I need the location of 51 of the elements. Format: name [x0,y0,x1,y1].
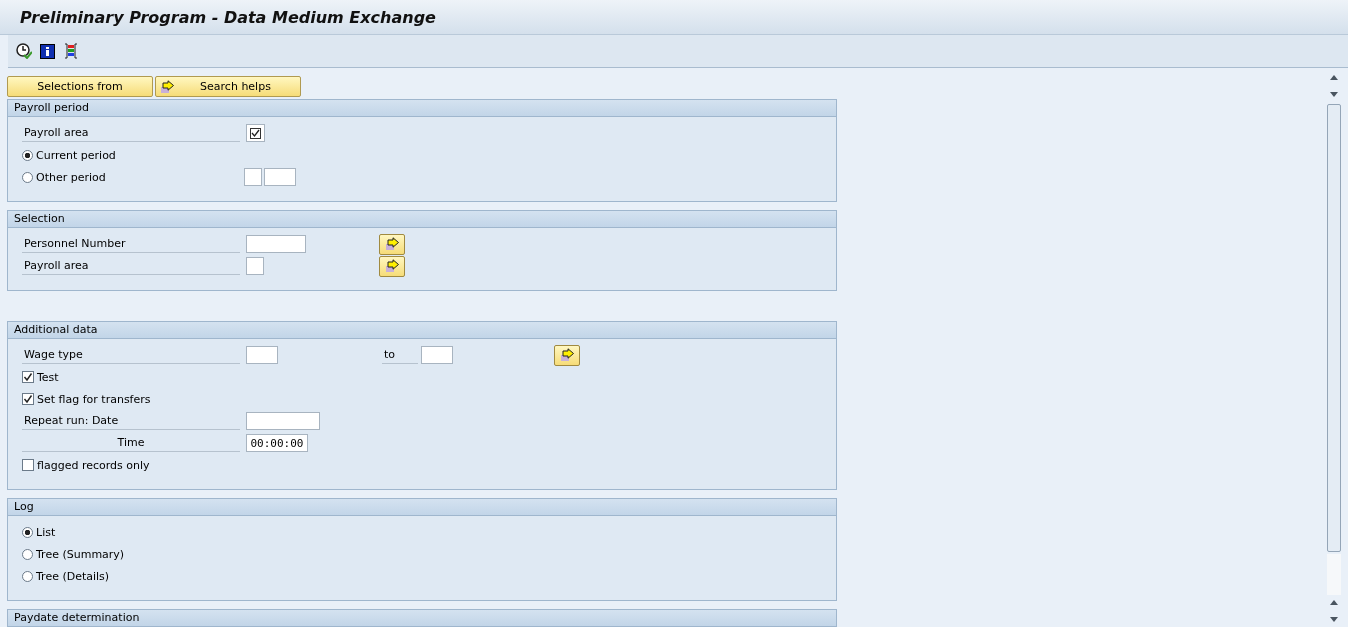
color-bars-icon[interactable] [63,43,79,59]
radio-button[interactable] [22,171,33,183]
radio-label: Other period [36,170,106,184]
radio-button[interactable] [22,570,33,582]
input-field[interactable] [246,235,306,253]
input-field[interactable] [264,168,296,186]
input-field[interactable] [244,168,262,186]
radio-label: Tree (Summary) [36,547,125,561]
radio-label: Tree (Details) [36,569,110,583]
radio-label: Current period [36,148,116,162]
multiple-selection-button[interactable] [379,255,405,277]
arrow-icon [559,348,575,362]
toolbar-button[interactable]: Search helps [155,76,301,97]
checkbox[interactable] [22,393,34,405]
field-label: to [382,346,418,364]
arrow-icon [384,237,400,251]
toolbar-button[interactable]: Selections from [7,76,153,97]
radio-button[interactable] [22,526,33,538]
checkbox-label: flagged records only [37,458,150,472]
clock-check-icon[interactable] [16,43,32,59]
field-label: Payroll area [22,124,240,142]
input-field[interactable] [246,257,264,275]
window-title: Preliminary Program - Data Medium Exchange [20,7,436,27]
section-title: Selection [8,211,836,228]
field-label: Personnel Number [22,235,240,253]
multiple-selection-button[interactable] [554,344,580,366]
scrollbar-thumb[interactable] [1327,104,1341,552]
checkbox[interactable] [22,459,34,471]
section-title: Additional data [8,322,836,339]
radio-label: List [36,525,56,539]
checkbox-label: Set flag for transfers [37,392,151,406]
field-label: Payroll area [22,257,240,275]
field-label: Time [22,434,240,452]
input-field[interactable] [246,412,320,430]
checkbox-field[interactable] [246,124,265,142]
time-field[interactable]: 00:00:00 [246,434,308,452]
checkbox[interactable] [22,371,34,383]
section-title: Paydate determination [8,610,836,627]
section-title: Payroll period [8,100,836,117]
checkbox-label: Test [37,370,59,384]
field-label: Repeat run: Date [22,412,240,430]
field-label: Wage type [22,346,240,364]
info-icon[interactable] [40,43,55,59]
input-field[interactable] [421,346,453,364]
input-field[interactable] [246,346,278,364]
arrow-icon [384,259,400,273]
radio-button[interactable] [22,548,33,560]
section-title: Log [8,499,836,516]
radio-button[interactable] [22,149,33,161]
arrow-icon [160,79,175,94]
multiple-selection-button[interactable] [379,233,405,255]
